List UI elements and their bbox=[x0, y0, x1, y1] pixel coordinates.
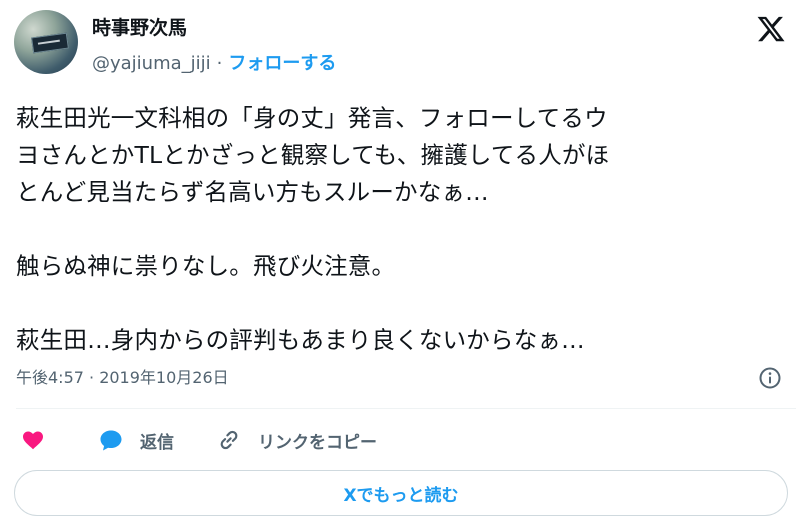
info-icon[interactable] bbox=[758, 366, 782, 390]
avatar-nameplate bbox=[31, 32, 69, 54]
handle-separator: · bbox=[216, 53, 223, 74]
like-button[interactable] bbox=[20, 426, 46, 454]
divider bbox=[16, 408, 796, 409]
avatar[interactable] bbox=[14, 10, 78, 74]
tweet-line: 萩生田光一文科相の「身の丈」発言、フォローしてるウ bbox=[16, 104, 608, 132]
x-logo-icon[interactable] bbox=[756, 14, 786, 44]
heart-icon bbox=[23, 431, 43, 450]
tweet-line: ヨさんとかTLとかざっと観察しても、擁護してる人がほ bbox=[16, 141, 610, 169]
link-icon bbox=[220, 430, 238, 450]
handle-row: @yajiuma_jiji · フォローする bbox=[92, 52, 336, 76]
tweet-timestamp[interactable]: 午後4:57 · 2019年10月26日 bbox=[16, 366, 229, 390]
read-more-button[interactable]: Xでもっと読む bbox=[14, 470, 788, 516]
tweet-line: 萩生田…身内からの評判もあまり良くないからなぁ… bbox=[16, 326, 585, 354]
tweet-text: 萩生田光一文科相の「身の丈」発言、フォローしてるウ ヨさんとかTLとかざっと観察… bbox=[16, 100, 802, 359]
user-handle[interactable]: @yajiuma_jiji bbox=[92, 53, 211, 74]
copy-link-button[interactable]: リンクをコピー bbox=[216, 426, 377, 454]
copy-link-label: リンクをコピー bbox=[258, 432, 377, 453]
reply-bubble-icon bbox=[100, 430, 122, 451]
reply-button[interactable]: 返信 bbox=[98, 426, 174, 454]
tweet-line: とんど見当たらず名高い方もスルーかなぁ… bbox=[16, 178, 489, 206]
tweet-line: 触らぬ神に祟りなし。飛び火注意。 bbox=[16, 252, 396, 280]
display-name[interactable]: 時事野次馬 bbox=[92, 16, 187, 40]
follow-button[interactable]: フォローする bbox=[228, 53, 336, 74]
reply-label: 返信 bbox=[140, 432, 174, 453]
